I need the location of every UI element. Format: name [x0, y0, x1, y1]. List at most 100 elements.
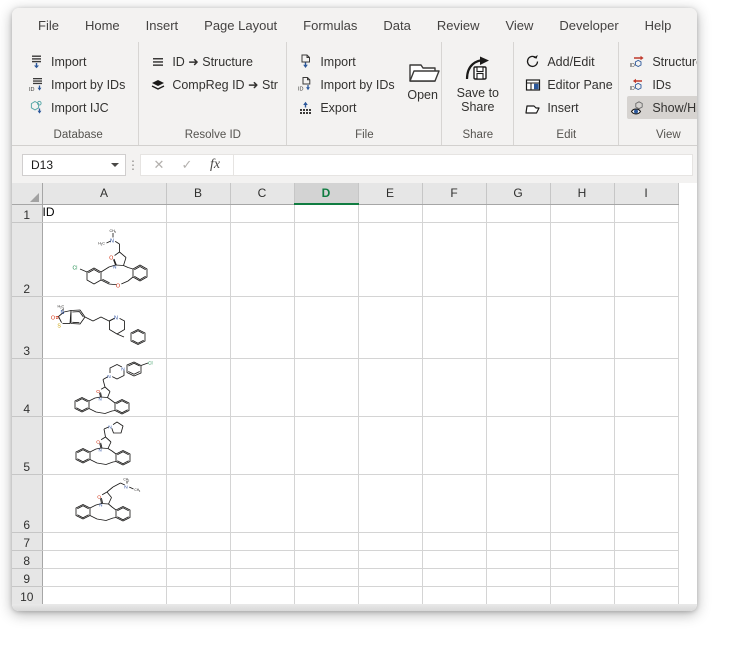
- column-header-i[interactable]: I: [614, 183, 678, 204]
- cell-c3[interactable]: [230, 296, 294, 358]
- cell-b5[interactable]: [166, 416, 230, 474]
- tab-view[interactable]: View: [493, 14, 545, 37]
- cell-f7[interactable]: [422, 532, 486, 550]
- cell-b10[interactable]: [166, 586, 230, 604]
- cell-b2[interactable]: [166, 222, 230, 296]
- cell-i2[interactable]: [614, 222, 678, 296]
- column-header-b[interactable]: B: [166, 183, 230, 204]
- cell-h8[interactable]: [550, 550, 614, 568]
- insert-button[interactable]: Insert: [522, 96, 617, 119]
- tab-page-layout[interactable]: Page Layout: [192, 14, 289, 37]
- column-header-d[interactable]: D: [294, 183, 358, 204]
- cell-c7[interactable]: [230, 532, 294, 550]
- cell-h10[interactable]: [550, 586, 614, 604]
- cell-e6[interactable]: [358, 474, 422, 532]
- cell-g7[interactable]: [486, 532, 550, 550]
- cell-d2[interactable]: [294, 222, 358, 296]
- cell-i7[interactable]: [614, 532, 678, 550]
- cell-f1[interactable]: [422, 204, 486, 222]
- formula-bar-handle[interactable]: ⋮: [126, 160, 140, 170]
- tab-developer[interactable]: Developer: [547, 14, 630, 37]
- import-by-ids-database-button[interactable]: ID Import by IDs: [26, 73, 130, 96]
- cell-f4[interactable]: [422, 358, 486, 416]
- import-by-ids-file-button[interactable]: ID Import by IDs: [295, 73, 399, 96]
- cell-g8[interactable]: [486, 550, 550, 568]
- row-header-10[interactable]: 10: [12, 586, 42, 604]
- editor-pane-button[interactable]: Editor Pane: [522, 73, 617, 96]
- cell-h4[interactable]: [550, 358, 614, 416]
- cell-e8[interactable]: [358, 550, 422, 568]
- cell-b9[interactable]: [166, 568, 230, 586]
- cell-f10[interactable]: [422, 586, 486, 604]
- cell-f3[interactable]: [422, 296, 486, 358]
- cell-h7[interactable]: [550, 532, 614, 550]
- cell-b6[interactable]: [166, 474, 230, 532]
- cell-a7[interactable]: [42, 532, 166, 550]
- add-edit-button[interactable]: Add/Edit: [522, 50, 617, 73]
- formula-input[interactable]: [233, 154, 693, 176]
- save-to-share-button[interactable]: Save to Share: [450, 50, 505, 114]
- insert-function-icon[interactable]: fx: [201, 157, 229, 173]
- cell-e1[interactable]: [358, 204, 422, 222]
- cell-h5[interactable]: [550, 416, 614, 474]
- column-header-g[interactable]: G: [486, 183, 550, 204]
- compreg-id-to-structure-button[interactable]: CompReg ID ➜ Str: [147, 73, 283, 96]
- cell-h9[interactable]: [550, 568, 614, 586]
- cell-e10[interactable]: [358, 586, 422, 604]
- cell-c9[interactable]: [230, 568, 294, 586]
- cell-f9[interactable]: [422, 568, 486, 586]
- cell-e3[interactable]: [358, 296, 422, 358]
- cell-b4[interactable]: [166, 358, 230, 416]
- cell-d9[interactable]: [294, 568, 358, 586]
- cell-c1[interactable]: [230, 204, 294, 222]
- show-hide-button[interactable]: Show/Hide: [627, 96, 697, 119]
- column-header-a[interactable]: A: [42, 183, 166, 204]
- cell-i1[interactable]: [614, 204, 678, 222]
- horizontal-scrollbar[interactable]: [12, 604, 697, 611]
- cell-c6[interactable]: [230, 474, 294, 532]
- cell-a9[interactable]: [42, 568, 166, 586]
- cell-c2[interactable]: [230, 222, 294, 296]
- select-all-corner[interactable]: [12, 183, 42, 204]
- tab-home[interactable]: Home: [73, 14, 132, 37]
- confirm-icon[interactable]: ✓: [173, 157, 201, 173]
- tab-data[interactable]: Data: [371, 14, 422, 37]
- column-header-e[interactable]: E: [358, 183, 422, 204]
- cell-f8[interactable]: [422, 550, 486, 568]
- cell-d8[interactable]: [294, 550, 358, 568]
- cell-f6[interactable]: [422, 474, 486, 532]
- cell-g3[interactable]: [486, 296, 550, 358]
- tab-review[interactable]: Review: [425, 14, 492, 37]
- cell-b1[interactable]: [166, 204, 230, 222]
- cell-b8[interactable]: [166, 550, 230, 568]
- cell-i4[interactable]: [614, 358, 678, 416]
- row-header-2[interactable]: 2: [12, 222, 42, 296]
- cell-e5[interactable]: [358, 416, 422, 474]
- cell-a1[interactable]: ID: [42, 204, 166, 222]
- cell-e9[interactable]: [358, 568, 422, 586]
- cell-d4[interactable]: [294, 358, 358, 416]
- cell-g5[interactable]: [486, 416, 550, 474]
- column-header-f[interactable]: F: [422, 183, 486, 204]
- row-header-1[interactable]: 1: [12, 204, 42, 222]
- import-file-button[interactable]: Import: [295, 50, 399, 73]
- id-to-structure-button[interactable]: ID ➜ Structure: [147, 50, 283, 73]
- cell-d7[interactable]: [294, 532, 358, 550]
- tab-help[interactable]: Help: [633, 14, 684, 37]
- cell-h3[interactable]: [550, 296, 614, 358]
- cell-a2[interactable]: O N O N CH 3: [42, 222, 166, 296]
- cell-e4[interactable]: [358, 358, 422, 416]
- cell-i5[interactable]: [614, 416, 678, 474]
- cell-d5[interactable]: [294, 416, 358, 474]
- cell-a3[interactable]: N S O H 3 C: [42, 296, 166, 358]
- cell-c10[interactable]: [230, 586, 294, 604]
- cell-d10[interactable]: [294, 586, 358, 604]
- column-header-c[interactable]: C: [230, 183, 294, 204]
- cell-e2[interactable]: [358, 222, 422, 296]
- cell-a4[interactable]: O N N N Cl: [42, 358, 166, 416]
- cell-c4[interactable]: [230, 358, 294, 416]
- row-header-6[interactable]: 6: [12, 474, 42, 532]
- cell-c5[interactable]: [230, 416, 294, 474]
- row-header-7[interactable]: 7: [12, 532, 42, 550]
- cell-d1[interactable]: [294, 204, 358, 222]
